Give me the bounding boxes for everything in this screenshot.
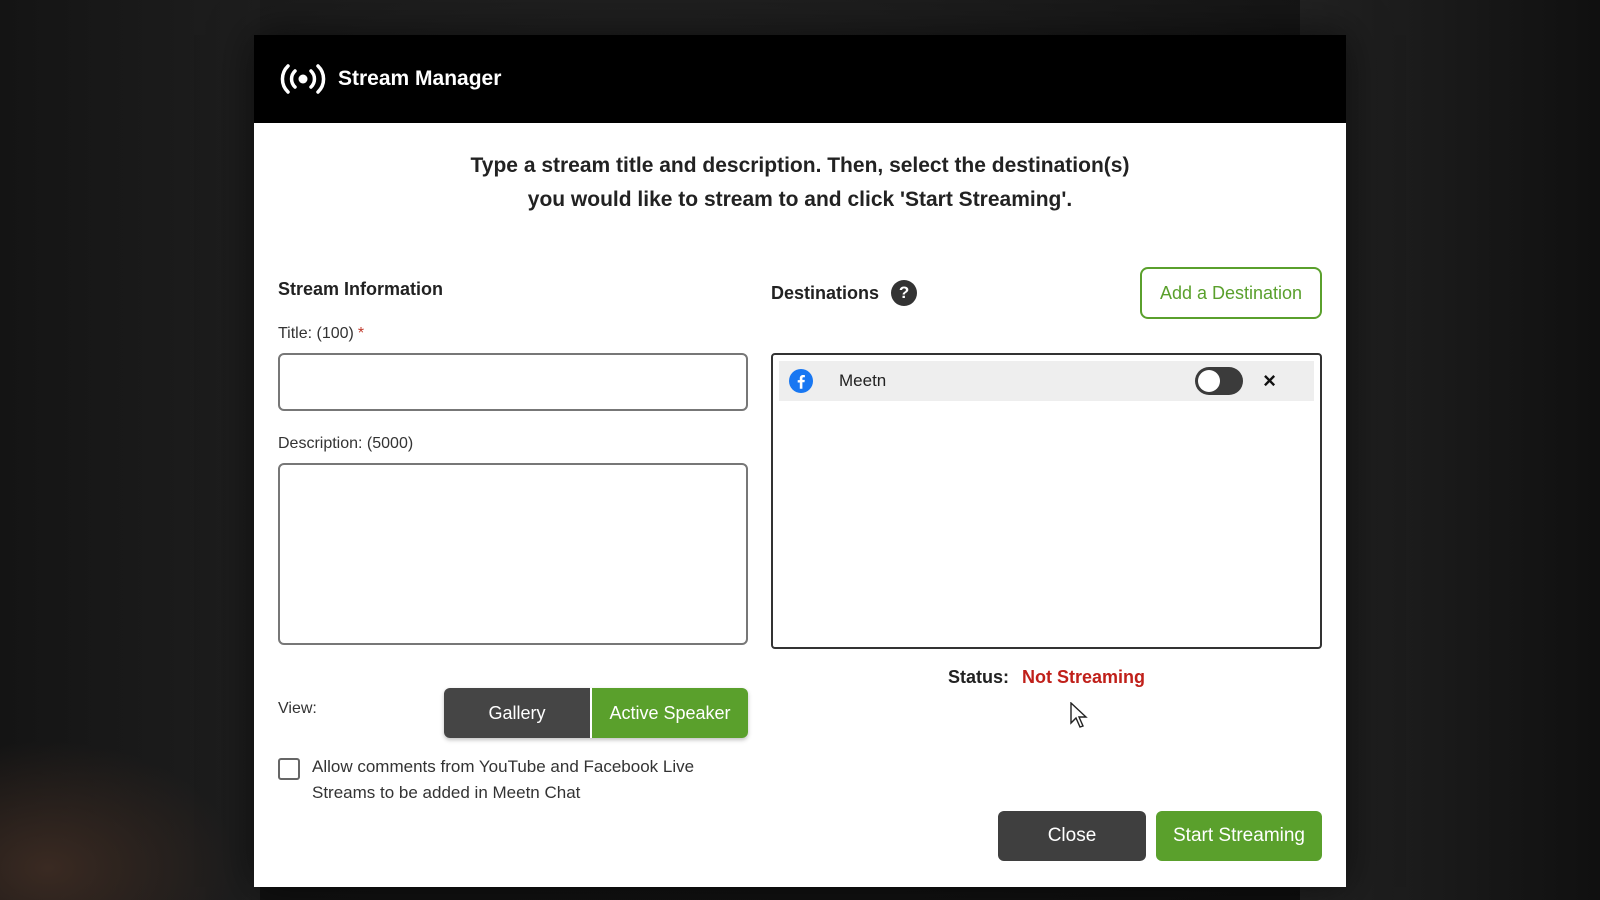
status-value: Not Streaming [1022,667,1146,687]
title-input[interactable] [278,353,748,411]
instructions-line-2: you would like to stream to and click 'S… [527,188,1073,211]
description-input[interactable] [278,463,748,645]
allow-comments-row: Allow comments from YouTube and Facebook… [278,754,748,806]
destinations-section: Destinations ? Add a Destination Meetn ×… [771,267,1322,688]
stream-information-section: Stream Information Title: (100) * Descrip… [278,267,748,645]
background-corner [0,740,240,900]
close-icon[interactable]: × [1263,368,1276,394]
modal-title: Stream Manager [338,67,502,90]
destinations-list: Meetn × [771,353,1322,649]
help-icon[interactable]: ? [891,280,918,306]
toggle-knob [1198,370,1221,392]
close-button[interactable]: Close [998,811,1146,861]
view-selector-row: View: Gallery Active Speaker [278,688,748,738]
view-label: View: [278,700,317,717]
mouse-cursor-icon [1070,702,1088,728]
broadcast-icon [278,63,328,95]
instructions-line-1: Type a stream title and description. The… [470,154,1130,177]
facebook-icon [789,369,813,393]
destinations-header: Destinations ? Add a Destination [771,267,1322,319]
view-gallery-button[interactable]: Gallery [444,688,590,738]
modal-footer: Close Start Streaming [998,811,1322,861]
stream-manager-modal: Stream Manager Type a stream title and d… [254,35,1346,887]
description-label: Description: (5000) [278,435,414,452]
destination-item: Meetn × [779,361,1314,401]
required-mark: * [357,325,365,342]
allow-comments-label: Allow comments from YouTube and Facebook… [312,757,695,802]
title-label: Title: (100) * [278,325,748,343]
destination-name: Meetn [839,371,887,390]
stream-information-heading: Stream Information [278,278,444,299]
start-streaming-button[interactable]: Start Streaming [1156,811,1322,861]
instructions: Type a stream title and description. The… [254,149,1346,217]
modal-header: Stream Manager [254,35,1346,123]
destinations-heading: Destinations [771,282,880,303]
title-label-text: Title: (100) [278,325,354,342]
status-label: Status: [947,667,1009,687]
add-destination-button[interactable]: Add a Destination [1140,267,1322,319]
allow-comments-checkbox[interactable] [278,758,300,780]
view-toggle-group: Gallery Active Speaker [444,688,748,738]
destination-enable-toggle[interactable] [1195,367,1244,395]
streaming-status: Status: Not Streaming [771,667,1322,688]
view-active-speaker-button[interactable]: Active Speaker [590,688,748,738]
